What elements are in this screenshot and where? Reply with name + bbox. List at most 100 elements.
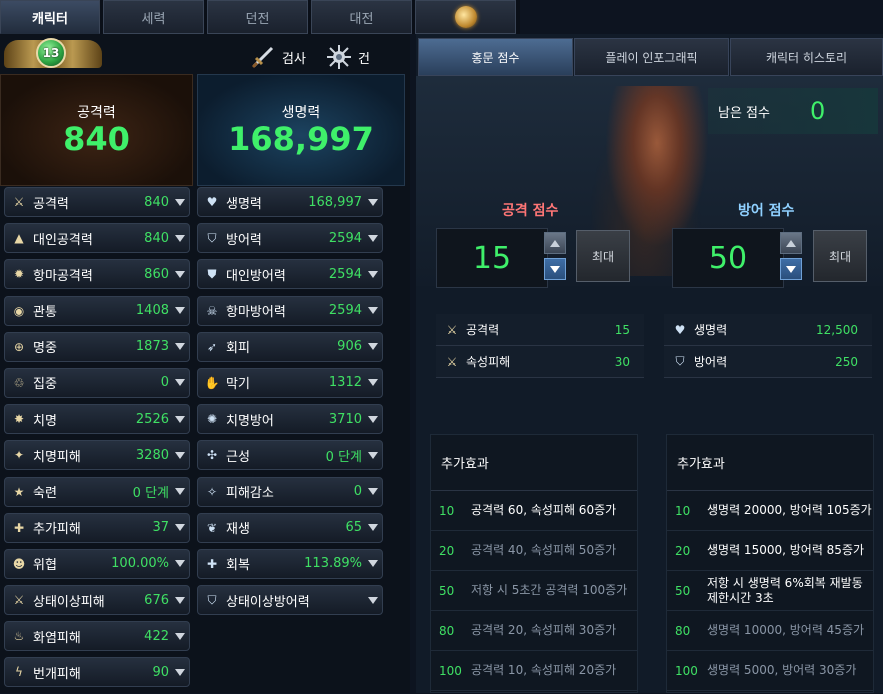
stat-label: 항마공격력 [33,268,93,284]
expand-caret-icon[interactable] [368,343,378,351]
expand-caret-icon[interactable] [368,307,378,315]
expand-caret-icon[interactable] [175,198,185,206]
expand-caret-icon[interactable] [368,415,378,423]
stat-row-hp[interactable]: ♥ 생명력 168,997 [197,187,383,217]
expand-caret-icon[interactable] [368,524,378,532]
tab-emblem[interactable] [415,0,516,34]
tab-character[interactable]: 캐릭터 [0,0,100,34]
stat-label: 막기 [226,377,250,393]
stat-row-focus[interactable]: ♲ 집중 0 [4,367,190,398]
arrow-down-icon [550,265,560,273]
expand-caret-icon[interactable] [368,234,378,242]
weapon-gun-label: 건 [358,51,370,67]
critical-damage-icon: ✦ [13,448,25,463]
stat-row-pvp-attack[interactable]: ▲ 대인공격력 840 [4,223,190,254]
stat-row-block[interactable]: ✋ 막기 1312 [197,367,383,398]
stat-row-defense[interactable]: ⛉ 방어력 2594 [197,223,383,254]
stat-row-recovery[interactable]: ✚ 회복 113.89% [197,548,383,579]
extra-effect-row: 20 생명력 15000, 방어력 85증가 [667,531,873,571]
dragon-emblem-icon [454,6,477,28]
expand-caret-icon[interactable] [368,560,378,568]
stat-row-pierce[interactable]: ◉ 관통 1408 [4,295,190,326]
defense-score-down-button[interactable] [780,258,802,280]
extra-effect-row: 100 생명력 5000, 방어력 30증가 [667,651,873,691]
pvp-sword-icon: ▲ [14,231,24,246]
tab-play-infographic[interactable]: 플레이 인포그래픽 [574,38,729,76]
debuff-defense-icon: ⛉ [207,592,217,607]
stat-row-attack[interactable]: ⚔ 공격력 840 [4,187,190,217]
defense-score-up-button[interactable] [780,232,802,254]
stat-label: 방어력 [226,232,262,248]
critical-defense-icon: ✺ [206,412,218,427]
stat-row-demon-attack[interactable]: ✹ 항마공격력 860 [4,259,190,290]
tab-pvp[interactable]: 대전 [311,0,412,34]
expand-caret-icon[interactable] [175,632,185,640]
stat-row-evade[interactable]: ➶ 회피 906 [197,331,383,362]
weapon-sword: 검사 [250,44,306,70]
expand-caret-icon[interactable] [175,560,185,568]
arrow-up-icon [550,239,560,247]
stat-value: 2594 [328,303,362,319]
attack-score-down-button[interactable] [544,258,566,280]
attack-contrib-row: ⚔ 속성피해 30 [436,346,644,378]
effect-desc: 공격력 60, 속성피해 60증가 [471,503,617,518]
stat-row-critical-damage[interactable]: ✦ 치명피해 3280 [4,440,190,471]
attack-score-up-button[interactable] [544,232,566,254]
expand-caret-icon[interactable] [175,307,185,315]
expand-caret-icon[interactable] [368,488,378,495]
effect-desc: 생명력 5000, 방어력 30증가 [707,663,857,678]
expand-caret-icon[interactable] [175,415,185,423]
contrib-value: 250 [835,354,858,369]
shield-icon: ⛉ [207,230,217,245]
expand-caret-icon[interactable] [175,343,185,351]
stat-row-regen[interactable]: ❦ 재생 65 [197,512,383,543]
stat-row-damage-reduction[interactable]: ✧ 피해감소 0 [197,476,383,507]
stat-row-demon-defense[interactable]: ☠ 항마방어력 2594 [197,295,383,326]
expand-caret-icon[interactable] [175,596,185,604]
extra-effects-title: 추가효과 [431,435,637,491]
level-orb: 13 [36,38,66,68]
effect-level: 100 [675,663,698,678]
tab-character-history[interactable]: 캐릭터 히스토리 [730,38,883,76]
expand-caret-icon[interactable] [368,198,378,206]
stat-row-critical[interactable]: ✸ 치명 2526 [4,404,190,435]
stat-row-pvp-defense[interactable]: ⛊ 대인방어력 2594 [197,259,383,290]
defense-score-max-button[interactable]: 최대 [813,230,867,282]
expand-caret-icon[interactable] [175,451,185,459]
stat-value: 90 [152,664,169,680]
stat-row-lightning-damage[interactable]: ϟ 번개피해 90 [4,657,190,688]
stat-row-critical-defense[interactable]: ✺ 치명방어 3710 [197,404,383,435]
offense-stat-list: ⚔ 공격력 840 ▲ 대인공격력 840 ✹ 항마공격력 860 ◉ 관통 1408 ⊕ 명중 1… [4,187,190,694]
attack-power-summary: 공격력 840 [0,74,193,186]
expand-caret-icon[interactable] [175,379,185,387]
expand-caret-icon[interactable] [175,668,185,676]
expand-caret-icon[interactable] [368,596,378,604]
stat-label: 회피 [226,341,250,357]
stat-row-mastery[interactable]: ★ 숙련 0 단계 [4,476,190,507]
expand-caret-icon[interactable] [368,270,378,278]
expand-caret-icon[interactable] [175,234,185,242]
stat-row-accuracy[interactable]: ⊕ 명중 1873 [4,331,190,362]
tab-faction[interactable]: 세력 [103,0,204,34]
attack-contrib-row: ⚔ 공격력 15 [436,314,644,346]
stat-row-threat[interactable]: ☻ 위협 100.00% [4,548,190,579]
stat-value: 840 [144,194,169,210]
tab-dungeon[interactable]: 던전 [207,0,308,34]
contrib-value: 30 [614,354,630,369]
crossed-swords-icon: ⚔ [446,354,458,369]
stat-label: 집중 [33,377,57,393]
stat-row-fire-damage[interactable]: ♨ 화염피해 422 [4,621,190,652]
effect-level: 50 [439,583,455,598]
expand-caret-icon[interactable] [175,270,185,278]
effect-level: 50 [675,583,691,598]
expand-caret-icon[interactable] [368,451,378,459]
stat-row-grit[interactable]: ✣ 근성 0 단계 [197,440,383,471]
expand-caret-icon[interactable] [175,524,185,532]
expand-caret-icon[interactable] [175,488,185,495]
stat-row-extra-damage[interactable]: ✚ 추가피해 37 [4,512,190,543]
stat-row-debuff-damage[interactable]: ⚔ 상태이상피해 676 [4,585,190,616]
expand-caret-icon[interactable] [368,379,378,387]
attack-score-max-button[interactable]: 최대 [576,230,630,282]
stat-row-debuff-defense[interactable]: ⛉ 상태이상방어력 [197,585,383,616]
tab-hongmun-score[interactable]: 홍문 점수 [418,38,573,76]
